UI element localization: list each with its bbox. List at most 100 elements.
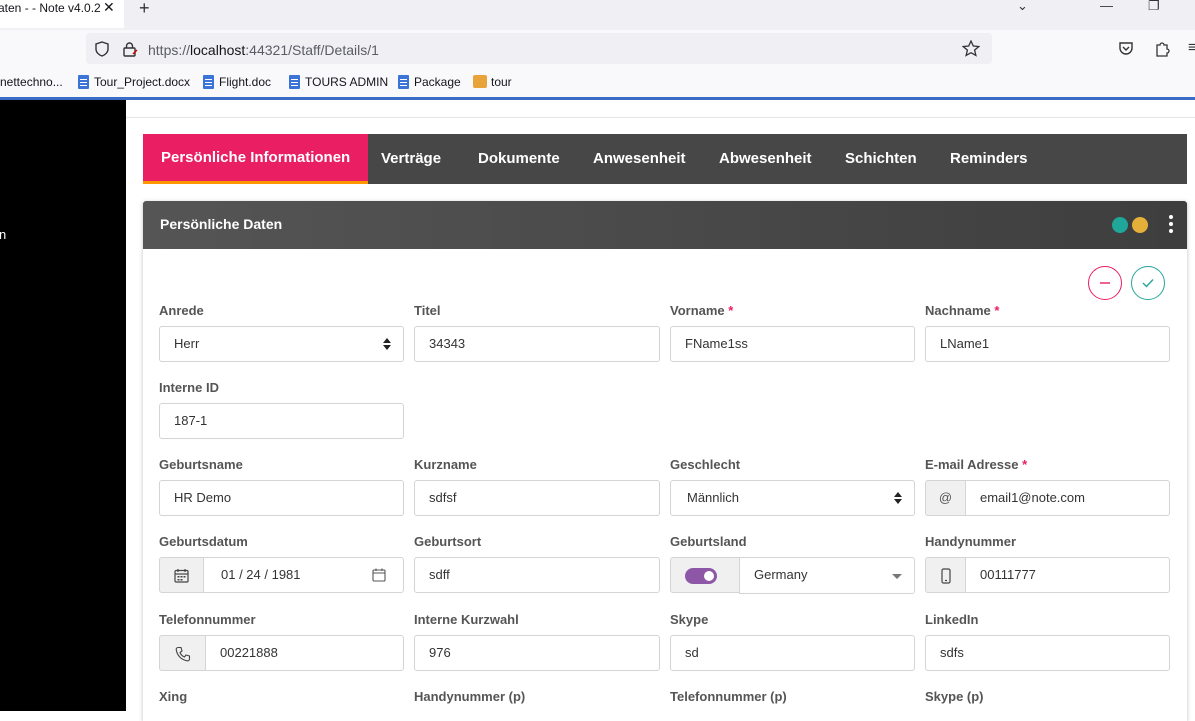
nachname-field[interactable]: LName1 xyxy=(925,326,1170,362)
star-icon[interactable] xyxy=(962,40,980,57)
bookmark-item[interactable]: Package xyxy=(398,75,461,89)
bookmark-item[interactable]: tour xyxy=(473,75,512,89)
doc-icon xyxy=(203,75,214,89)
skype-field[interactable]: sd xyxy=(670,635,915,671)
geburtsland-label: Geburtsland xyxy=(670,534,747,549)
geburtsland-select[interactable]: Germany xyxy=(739,557,915,594)
status-dot[interactable] xyxy=(1132,217,1148,233)
restore-icon[interactable]: ❐ xyxy=(1148,0,1160,14)
bookmarks-bar: nettechno... Tour_Project.docx Flight.do… xyxy=(0,68,1195,97)
interne-id-label: Interne ID xyxy=(159,380,219,395)
skype-label: Skype xyxy=(670,612,709,627)
geburtsort-field[interactable]: sdff xyxy=(414,557,660,593)
minus-icon xyxy=(1100,282,1110,284)
geschlecht-label: Geschlecht xyxy=(670,457,741,472)
save-button[interactable] xyxy=(1131,266,1165,300)
browser-tab-bar: aten - - Note v4.0.2 ✕ + ⌄ — ❐ xyxy=(0,0,1195,30)
url-bar[interactable]: https://localhost:44321/Staff/Details/1 xyxy=(86,33,992,64)
kurzname-label: Kurzname xyxy=(414,457,477,472)
doc-icon xyxy=(289,75,300,89)
url-text[interactable]: https://localhost:44321/Staff/Details/1 xyxy=(148,42,379,58)
sidebar-item-label[interactable]: n xyxy=(0,227,6,242)
anrede-select[interactable]: Herr xyxy=(159,326,404,362)
email-label: E-mail Adresse * xyxy=(925,457,1028,472)
anrede-label: Anrede xyxy=(159,303,204,318)
linkedin-label: LinkedIn xyxy=(925,612,979,627)
tab-documents[interactable]: Dokumente xyxy=(478,134,560,184)
skype-p-label: Skype (p) xyxy=(925,689,984,704)
titel-label: Titel xyxy=(414,303,441,318)
geburtsdatum-field[interactable]: 01 / 24 / 1981 xyxy=(203,557,404,593)
extensions-icon[interactable] xyxy=(1154,40,1170,57)
geburtsland-value: Germany xyxy=(754,567,808,582)
geschlecht-select[interactable]: Männlich xyxy=(670,480,915,516)
telefonnummer-field[interactable]: 00221888 xyxy=(205,635,404,671)
titel-field[interactable]: 34343 xyxy=(414,326,660,362)
bookmark-item[interactable]: Flight.doc xyxy=(203,75,271,89)
linkedin-field[interactable]: sdfs xyxy=(925,635,1170,671)
geburtsort-label: Geburtsort xyxy=(414,534,482,549)
geburtsdatum-value: 01 / 24 / 1981 xyxy=(221,567,301,582)
close-tab-icon[interactable]: ✕ xyxy=(103,0,115,15)
shield-icon[interactable] xyxy=(95,41,109,57)
app-icon xyxy=(473,75,487,88)
toggle-switch[interactable] xyxy=(685,568,717,584)
interne-kurzwahl-field[interactable]: 976 xyxy=(414,635,660,671)
tab-contracts[interactable]: Verträge xyxy=(381,134,441,184)
tab-attendance[interactable]: Anwesenheit xyxy=(593,134,686,184)
geschlecht-value: Männlich xyxy=(687,490,740,505)
new-tab-icon[interactable]: + xyxy=(139,0,150,19)
xing-label: Xing xyxy=(159,689,188,704)
more-vert-icon[interactable] xyxy=(1169,215,1173,235)
chevron-down-icon[interactable]: ⌄ xyxy=(1017,0,1028,14)
doc-icon xyxy=(398,75,409,89)
handynummer-field[interactable]: 00111777 xyxy=(965,557,1170,593)
kurzname-field[interactable]: sdfsf xyxy=(414,480,660,516)
tab-shifts[interactable]: Schichten xyxy=(845,134,917,184)
sidebar: n xyxy=(0,100,126,711)
country-toggle-addon[interactable] xyxy=(670,557,740,593)
phone-addon xyxy=(159,635,206,671)
browser-tab-title: aten - - Note v4.0.2 xyxy=(0,1,101,15)
telefonnummer-p-label: Telefonnummer (p) xyxy=(670,689,787,704)
bookmark-item[interactable]: TOURS ADMIN xyxy=(289,75,388,89)
calendar-addon[interactable] xyxy=(159,557,204,593)
handynummer-label: Handynummer xyxy=(925,534,1017,549)
status-dot[interactable] xyxy=(1112,217,1128,233)
browser-tab[interactable]: aten - - Note v4.0.2 ✕ xyxy=(0,0,124,28)
bookmark-item[interactable]: nettechno... xyxy=(0,75,63,89)
pocket-icon[interactable] xyxy=(1118,41,1134,56)
tab-personal-info[interactable]: Persönliche Informationen xyxy=(143,134,369,184)
card-title: Persönliche Daten xyxy=(160,216,283,232)
geburtsname-field[interactable]: HR Demo xyxy=(159,480,404,516)
doc-icon xyxy=(78,75,89,89)
card-header: Persönliche Daten xyxy=(143,201,1187,249)
divider xyxy=(126,117,1195,118)
date-picker-icon[interactable] xyxy=(372,568,386,582)
tab-bar: Persönliche Informationen Verträge Dokum… xyxy=(143,134,1187,184)
phone-icon xyxy=(175,646,190,661)
cancel-button[interactable] xyxy=(1088,266,1122,300)
telefonnummer-label: Telefonnummer xyxy=(159,612,256,627)
tab-absence[interactable]: Abwesenheit xyxy=(719,134,812,184)
vorname-field[interactable]: FName1ss xyxy=(670,326,915,362)
sort-arrows-icon xyxy=(894,492,902,504)
calendar-icon xyxy=(174,569,189,583)
browser-nav-bar: https://localhost:44321/Staff/Details/1 … xyxy=(0,30,1195,68)
mobile-phone-icon xyxy=(940,567,951,584)
at-icon: @ xyxy=(925,480,966,516)
anrede-value: Herr xyxy=(174,336,200,351)
main-content: Persönliche Informationen Verträge Dokum… xyxy=(126,100,1195,721)
vorname-label: Vorname * xyxy=(670,303,734,318)
minimize-icon[interactable]: — xyxy=(1100,0,1113,13)
lock-icon[interactable] xyxy=(122,41,138,57)
sort-arrows-icon xyxy=(383,338,391,350)
tab-reminders[interactable]: Reminders xyxy=(950,134,1028,184)
caret-down-icon xyxy=(892,574,902,579)
bookmark-item[interactable]: Tour_Project.docx xyxy=(78,75,190,89)
interne-id-field[interactable]: 187-1 xyxy=(159,403,404,439)
email-field[interactable]: email1@note.com xyxy=(965,480,1170,516)
menu-icon[interactable]: ≡ xyxy=(1188,39,1195,56)
personal-data-card: Persönliche Daten Anrede Herr Titel 3434… xyxy=(143,201,1187,721)
geburtsdatum-label: Geburtsdatum xyxy=(159,534,248,549)
